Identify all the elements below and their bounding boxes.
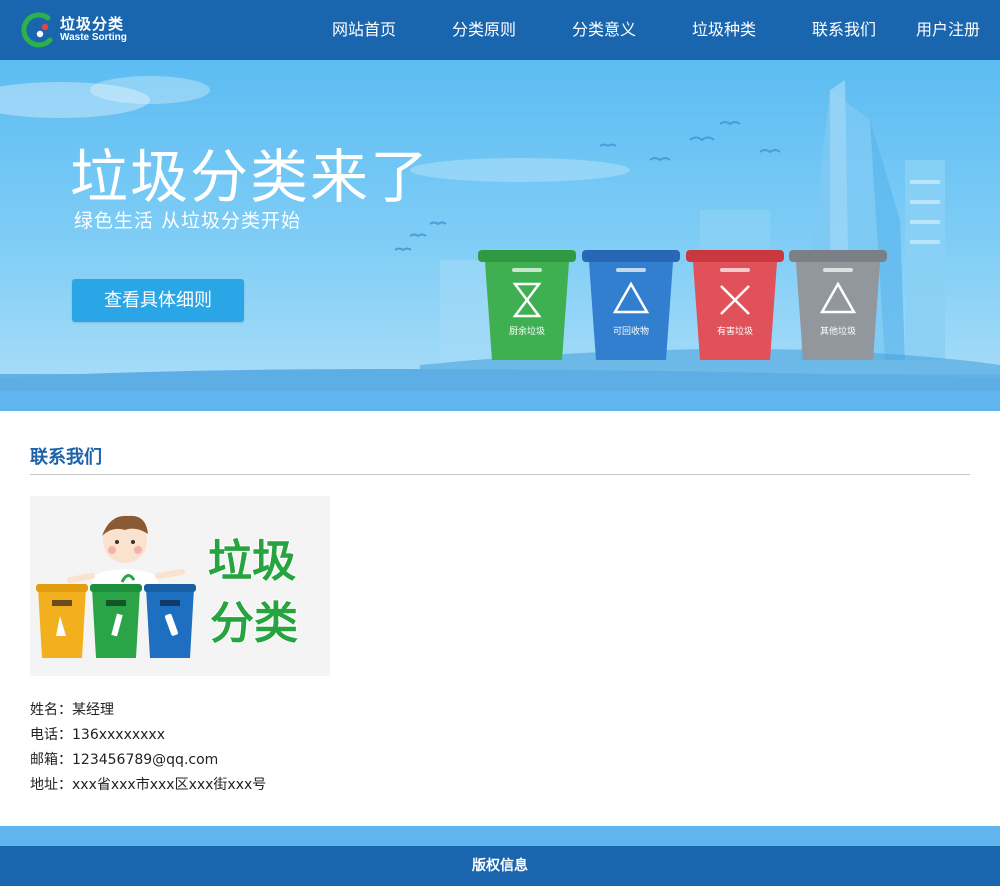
nav-register[interactable]: 用户注册: [904, 0, 1000, 60]
banner-bottom-strip: [0, 391, 1000, 411]
hero-banner: 厨余垃圾 可回收物 有害垃圾 其他垃圾 垃圾分类来了 绿色生活 从垃圾分类开始 …: [0, 60, 1000, 391]
illustration-text-2: 分类: [210, 598, 298, 649]
footer: 版权信息: [0, 846, 1000, 886]
contact-illustration: 垃圾 分类: [30, 496, 330, 676]
logo[interactable]: 垃圾分类 Waste Sorting: [18, 10, 138, 50]
contact-email: 邮箱：123456789@qq.com: [30, 752, 219, 768]
contact-section: 联系我们 垃圾 分类 姓名：某经理 电话：136xxxxxxxx 邮箱：1234…: [30, 411, 970, 826]
footer-top-strip: [0, 826, 1000, 846]
contact-info: 姓名：某经理 电话：136xxxxxxxx 邮箱：123456789@qq.co…: [30, 698, 266, 798]
view-details-button[interactable]: 查看具体细则: [72, 279, 244, 322]
bin-label-recyclable: 可回收物: [613, 325, 649, 337]
bin-label-other: 其他垃圾: [820, 325, 856, 337]
nav-principles[interactable]: 分类原则: [424, 0, 544, 60]
nav-types[interactable]: 垃圾种类: [664, 0, 784, 60]
bin-label-kitchen: 厨余垃圾: [509, 325, 545, 337]
nav-home[interactable]: 网站首页: [304, 0, 424, 60]
bin-hazardous-icon: [686, 250, 784, 360]
contact-name: 姓名：某经理: [30, 702, 114, 718]
main-nav: 网站首页 分类原则 分类意义 垃圾种类 联系我们 用户注册: [304, 0, 1000, 60]
logo-title: 垃圾分类: [60, 15, 125, 33]
logo-icon: [21, 12, 53, 48]
section-title: 联系我们: [30, 447, 102, 468]
banner-title: 垃圾分类来了: [70, 143, 431, 211]
logo-subtitle: Waste Sorting: [60, 32, 127, 43]
bin-other-icon: [789, 250, 887, 360]
bin-label-hazardous: 有害垃圾: [717, 325, 753, 337]
nav-contact[interactable]: 联系我们: [784, 0, 904, 60]
illustration-text-1: 垃圾: [208, 536, 296, 587]
banner-subtitle: 绿色生活 从垃圾分类开始: [74, 210, 302, 232]
bin-recyclable-icon: [582, 250, 680, 360]
copyright-text: 版权信息: [472, 858, 528, 874]
contact-address: 地址：xxx省xxx市xxx区xxx街xxx号: [30, 777, 267, 793]
bin-kitchen-icon: [478, 250, 576, 360]
contact-phone: 电话：136xxxxxxxx: [30, 727, 166, 743]
header: 垃圾分类 Waste Sorting 网站首页 分类原则 分类意义 垃圾种类 联…: [0, 0, 1000, 60]
nav-significance[interactable]: 分类意义: [544, 0, 664, 60]
section-divider: [30, 474, 970, 475]
